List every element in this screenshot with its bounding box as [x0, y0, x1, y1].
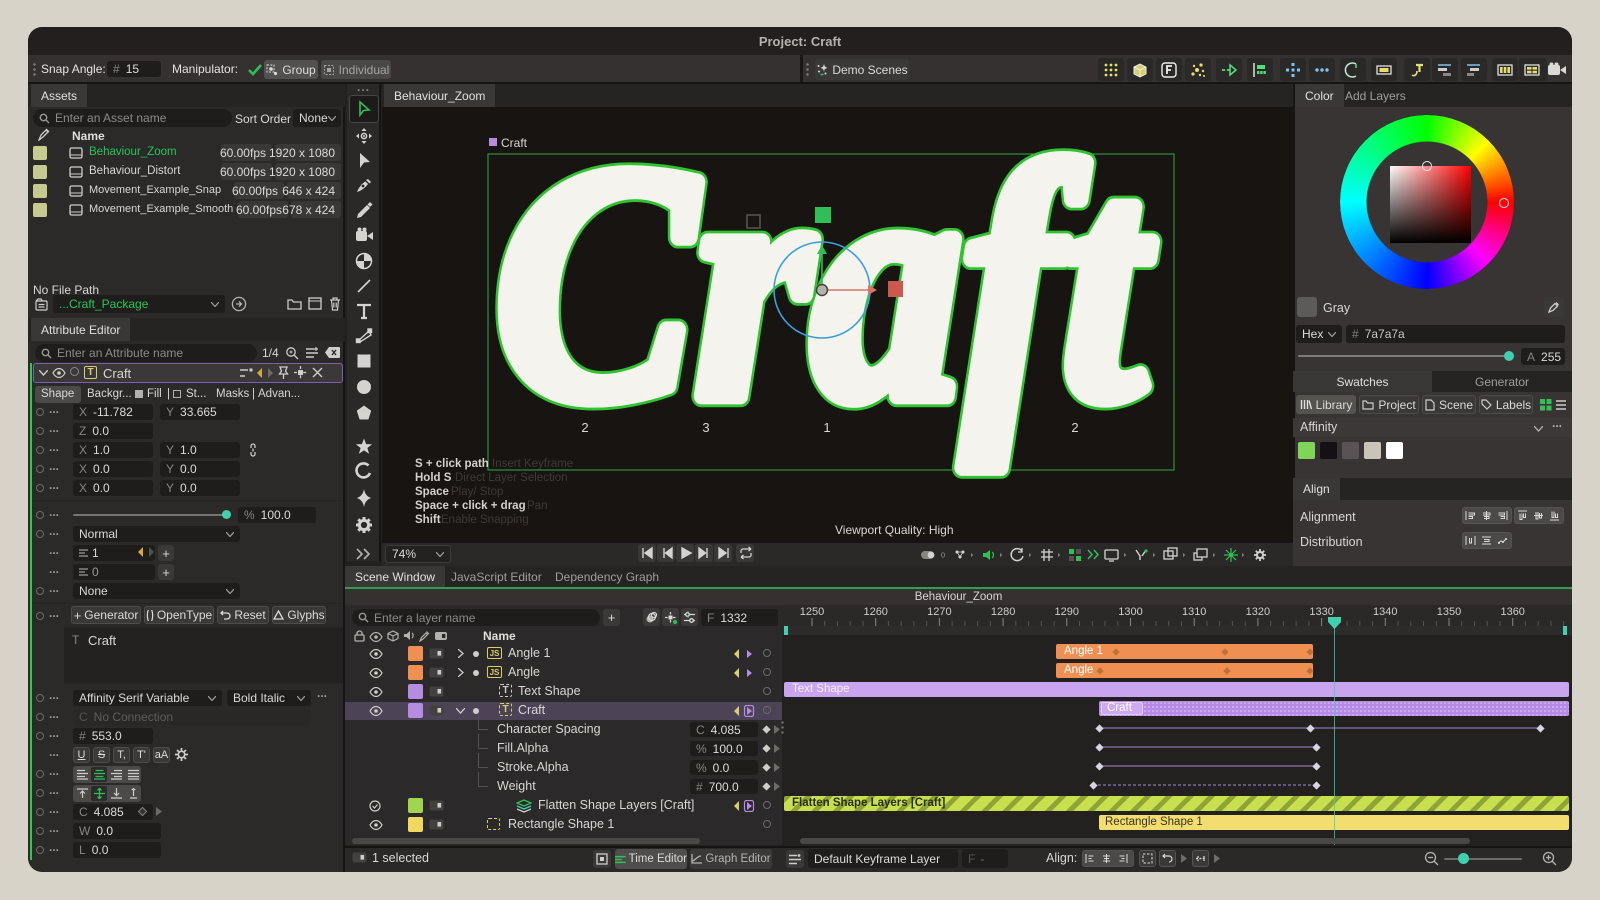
svg-text:S + click path: S + click path [415, 458, 489, 470]
svg-text:1340: 1340 [1373, 606, 1397, 618]
svg-text:Direct Layer Selection: Direct Layer Selection [455, 472, 568, 484]
svg-text:2: 2 [1071, 420, 1078, 435]
svg-text:Insert Keyframe: Insert Keyframe [492, 458, 573, 470]
svg-text:2: 2 [581, 420, 588, 435]
svg-text:1: 1 [823, 420, 830, 435]
svg-text:Hold S: Hold S [415, 472, 452, 484]
svg-text:Enable Snapping: Enable Snapping [441, 514, 529, 526]
svg-text:Viewport Quality: High: Viewport Quality: High [835, 523, 954, 537]
svg-text:Space: Space [415, 486, 449, 498]
svg-text:1320: 1320 [1246, 606, 1270, 618]
svg-text:1350: 1350 [1437, 606, 1461, 618]
svg-text:1270: 1270 [927, 606, 951, 618]
svg-text:1280: 1280 [991, 606, 1015, 618]
svg-text:Shift: Shift [415, 514, 441, 526]
svg-text:1300: 1300 [1118, 606, 1142, 618]
svg-text:Pan: Pan [527, 500, 547, 512]
svg-text:1260: 1260 [863, 606, 887, 618]
svg-text:1250: 1250 [800, 606, 824, 618]
svg-text:1360: 1360 [1500, 606, 1524, 618]
svg-text:1310: 1310 [1182, 606, 1206, 618]
svg-text:1290: 1290 [1055, 606, 1079, 618]
svg-text:3: 3 [702, 420, 709, 435]
svg-text:Play/ Stop: Play/ Stop [451, 486, 503, 498]
svg-text:0: 0 [941, 551, 945, 560]
svg-text:Space + click + drag: Space + click + drag [415, 500, 526, 512]
